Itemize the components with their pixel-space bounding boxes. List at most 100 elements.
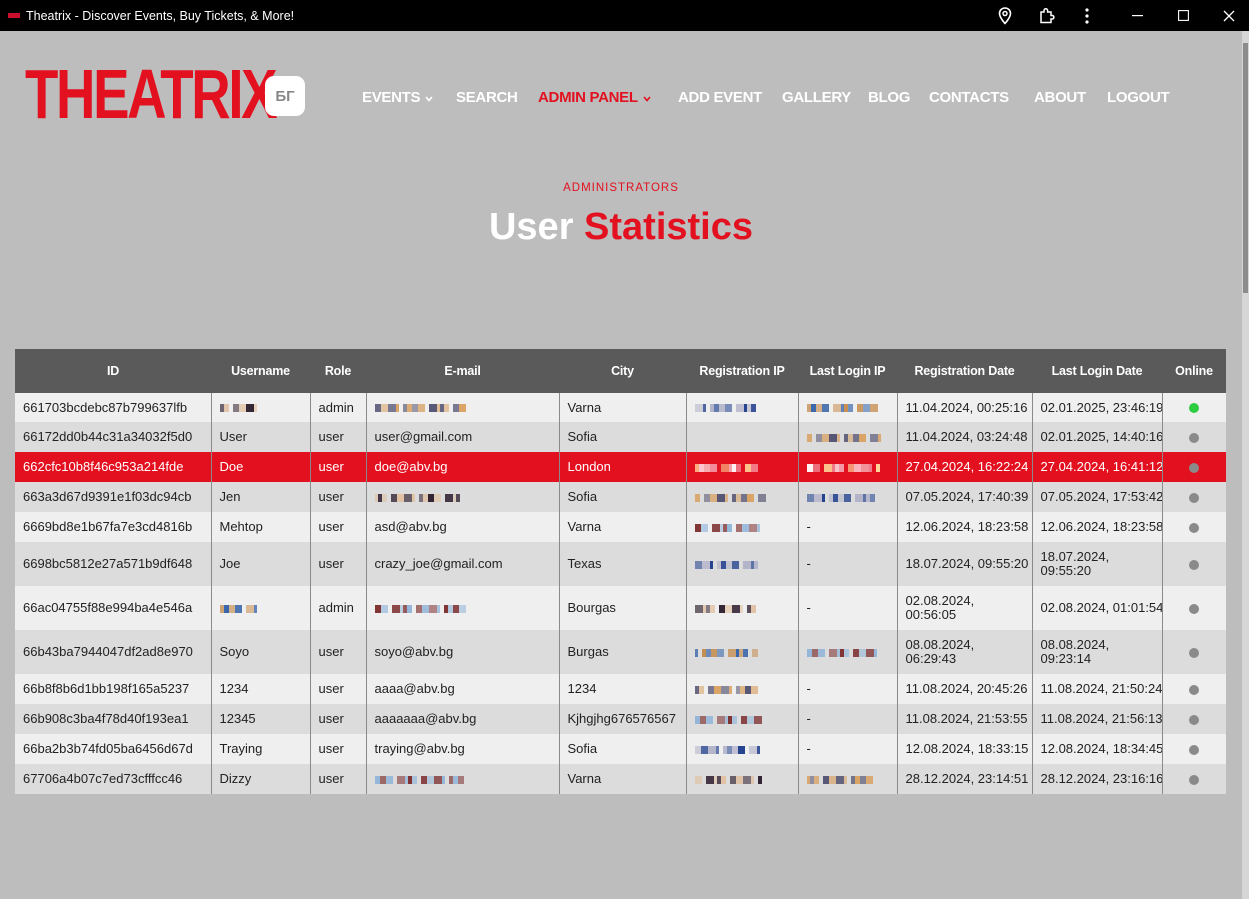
cell-username: Doe — [211, 452, 311, 482]
nav-item-about[interactable]: ABOUT — [1034, 87, 1086, 107]
table-row[interactable]: 66b43ba7944047df2ad8e970 Soyo user soyo@abv… — [15, 630, 1226, 674]
table-row[interactable]: 66ac04755f88e994ba4e546a admin Bourgas -02.… — [15, 586, 1226, 630]
table-row[interactable]: 66b908c3ba4f78d40f193ea1 12345 user aaaaaaa… — [15, 704, 1226, 734]
section-label: ADMINISTRATORS — [563, 182, 679, 194]
cell-email: user@gmail.com — [366, 422, 560, 452]
nav-item-add-event[interactable]: ADD EVENT — [678, 87, 762, 107]
cell-registration-date: 27.04.2024, 16:22:24 — [897, 452, 1033, 482]
table-row[interactable]: 6698bc5812e27a571b9df648 Joe user crazy_joe… — [15, 542, 1226, 586]
cell-last-login-ip: - — [798, 674, 898, 704]
cell-role: user — [310, 734, 367, 764]
cell-username: 12345 — [211, 704, 311, 734]
maximize-icon[interactable] — [1160, 0, 1206, 31]
table-header-row: ID Username Role E-mail City Registration IP L… — [15, 349, 1226, 393]
nav-item-blog[interactable]: BLOG — [868, 87, 910, 107]
cell-registration-date: 11.08.2024, 20:45:26 — [897, 674, 1033, 704]
cell-registration-ip — [686, 586, 799, 630]
minimize-icon[interactable] — [1114, 0, 1160, 31]
page-title: User Statistics — [0, 204, 1242, 250]
cell-id: 66b43ba7944047df2ad8e970 — [15, 630, 212, 674]
cell-registration-date: 11.04.2024, 03:24:48 — [897, 422, 1033, 452]
nav-item-label: CONTACTS — [929, 88, 1009, 106]
cell-online — [1162, 630, 1226, 674]
cell-last-login-ip — [798, 482, 898, 512]
table-row[interactable]: 66b8f8b6d1bb198f165a5237 1234 user aaaa@abv… — [15, 674, 1226, 704]
close-icon[interactable] — [1206, 0, 1249, 31]
cell-email: crazy_joe@gmail.com — [366, 542, 560, 586]
nav-item-admin-panel[interactable]: ADMIN PANEL — [538, 87, 651, 107]
nav-item-logout[interactable]: LOGOUT — [1107, 87, 1170, 107]
kebab-menu-icon[interactable] — [1076, 5, 1098, 27]
cell-last-login-ip — [798, 764, 898, 794]
online-status-icon — [1189, 403, 1200, 414]
cell-registration-date: 12.08.2024, 18:33:15 — [897, 734, 1033, 764]
redacted-value — [694, 522, 764, 534]
cell-username: Mehtop — [211, 512, 311, 542]
cell-last-login-date: 08.08.2024, 09:23:14 — [1032, 630, 1163, 674]
nav-item-events[interactable]: EVENTS — [362, 87, 433, 107]
cell-city: Sofia — [559, 734, 687, 764]
redacted-value — [694, 559, 758, 571]
cell-username: Joe — [211, 542, 311, 586]
table-row[interactable]: 67706a4b07c7ed73cfffcc46 Dizzy user Varna 28… — [15, 764, 1226, 794]
cell-last-login-ip: - — [798, 704, 898, 734]
offline-status-icon — [1189, 774, 1200, 785]
cell-online — [1162, 586, 1226, 630]
nav-item-gallery[interactable]: GALLERY — [782, 87, 851, 107]
table-row[interactable]: 6669bd8e1b67fa7e3cd4816b Mehtop user asd@ab… — [15, 512, 1226, 542]
location-pin-icon[interactable] — [994, 5, 1016, 27]
cell-registration-ip — [686, 674, 799, 704]
cell-registration-ip — [686, 452, 799, 482]
redacted-value — [806, 774, 877, 786]
table-row[interactable]: 66172dd0b44c31a34032f5d0 User user user@gma… — [15, 422, 1226, 452]
cell-role: user — [310, 512, 367, 542]
nav-item-search[interactable]: SEARCH — [456, 87, 518, 107]
scrollbar-thumb[interactable] — [1243, 43, 1248, 293]
cell-last-login-date: 12.08.2024, 18:34:45 — [1032, 734, 1163, 764]
user-statistics-table-container: ID Username Role E-mail City Registration IP L… — [15, 349, 1226, 794]
redacted-value — [694, 402, 760, 414]
column-header-id: ID — [15, 349, 211, 393]
cell-role: user — [310, 704, 367, 734]
nav-item-label: ABOUT — [1034, 88, 1086, 106]
redacted-value — [694, 603, 756, 615]
offline-status-icon — [1189, 603, 1200, 614]
cell-registration-ip — [686, 512, 799, 542]
chevron-down-icon — [425, 89, 433, 106]
table-row[interactable]: 661703bcdebc87b799637lfb admin Varna 11.04.… — [15, 393, 1226, 422]
cell-role: user — [310, 422, 367, 452]
language-toggle-button[interactable]: БГ — [265, 76, 305, 116]
redacted-value — [806, 647, 881, 659]
cell-id: 66b8f8b6d1bb198f165a5237 — [15, 674, 212, 704]
cell-registration-date: 18.07.2024, 09:55:20 — [897, 542, 1033, 586]
cell-username: User — [211, 422, 311, 452]
puzzle-icon[interactable] — [1036, 5, 1058, 27]
cell-online — [1162, 482, 1226, 512]
redacted-value — [374, 774, 464, 786]
cell-last-login-date: 11.08.2024, 21:50:24 — [1032, 674, 1163, 704]
nav-item-label: LOGOUT — [1107, 88, 1170, 106]
redacted-value — [219, 402, 261, 414]
table-row[interactable]: 663a3d67d9391e1f03dc94cb Jen user Sofia 07.0… — [15, 482, 1226, 512]
cell-id: 663a3d67d9391e1f03dc94cb — [15, 482, 212, 512]
page-scrollbar[interactable] — [1242, 31, 1249, 899]
cell-last-login-date: 02.01.2025, 23:46:19 — [1032, 393, 1163, 422]
cell-last-login-date: 27.04.2024, 16:41:12 — [1032, 452, 1163, 482]
site-logo[interactable]: THEATRIX — [25, 59, 278, 129]
table-row[interactable]: 66ba2b3b74fd05ba6456d67d Traying user trayi… — [15, 734, 1226, 764]
cell-email — [366, 586, 560, 630]
cell-username: Soyo — [211, 630, 311, 674]
cell-role: admin — [310, 393, 367, 422]
cell-role: user — [310, 630, 367, 674]
cell-id: 66b908c3ba4f78d40f193ea1 — [15, 704, 212, 734]
browser-actions — [994, 0, 1016, 31]
chevron-down-icon — [643, 89, 651, 106]
cell-email: soyo@abv.bg — [366, 630, 560, 674]
cell-last-login-ip: - — [798, 512, 898, 542]
cell-id: 661703bcdebc87b799637lfb — [15, 393, 212, 422]
nav-item-contacts[interactable]: CONTACTS — [929, 87, 1009, 107]
redacted-value — [694, 492, 766, 504]
cell-id: 6698bc5812e27a571b9df648 — [15, 542, 212, 586]
table-row[interactable]: 662cfc10b8f46c953a214fde Doe user doe@abv.b… — [15, 452, 1226, 482]
redacted-value — [694, 744, 760, 756]
